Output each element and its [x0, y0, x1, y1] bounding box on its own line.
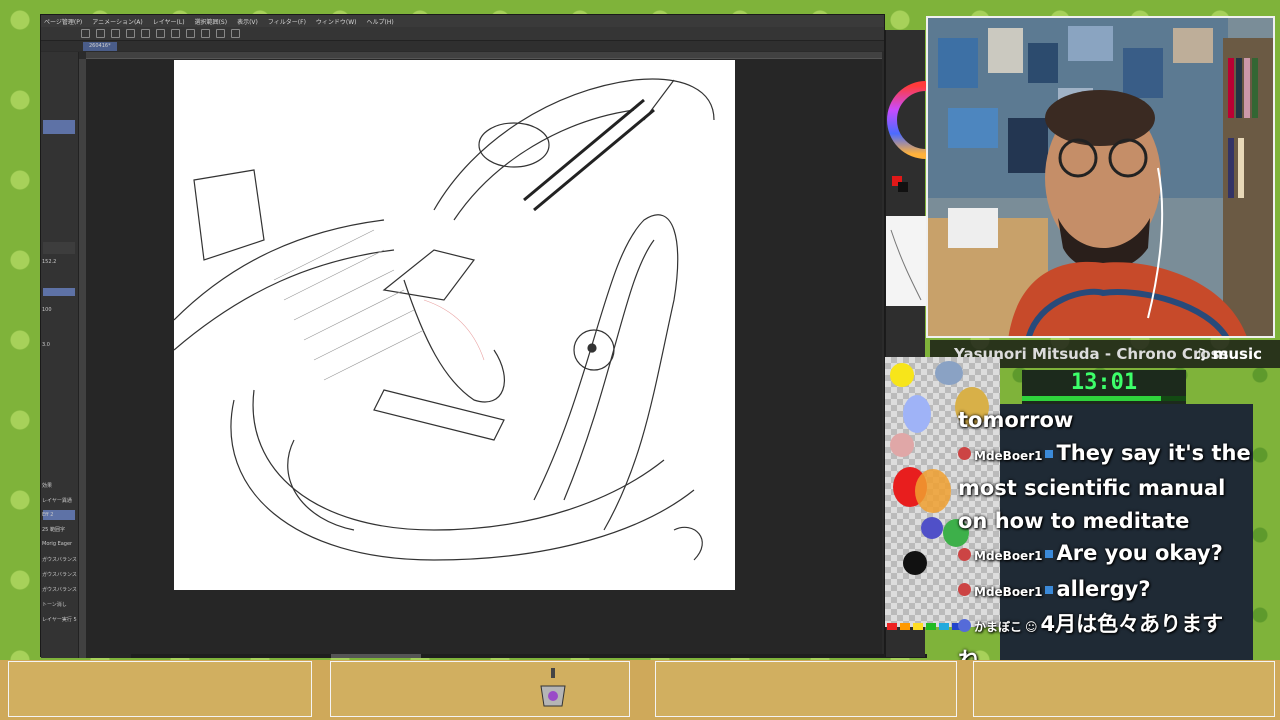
banner-panel — [973, 661, 1275, 717]
swatch-black[interactable] — [903, 551, 927, 575]
menu-item[interactable]: ウィンドウ(W) — [316, 17, 357, 26]
mod-icon — [1045, 550, 1054, 558]
sketch-drawing — [173, 78, 715, 561]
swatch-slate[interactable] — [935, 361, 963, 385]
emoji-icon: ☺ — [1025, 620, 1038, 634]
command-bar — [41, 27, 884, 41]
chat-message: on how to meditate — [958, 508, 1190, 533]
mini-swatch[interactable] — [913, 623, 923, 630]
user-badge-icon — [958, 447, 971, 460]
chat-message: tomorrow — [958, 408, 1074, 432]
layer-name[interactable]: ガウスバランス — [42, 556, 77, 563]
timer-progress-bar — [1022, 396, 1186, 401]
timer-widget: 13:01 — [1022, 370, 1186, 404]
pen-icon[interactable] — [216, 29, 225, 38]
menu-item[interactable]: 選択範囲(S) — [195, 17, 228, 26]
chat-message: MdeBoer1 Are you okay? — [958, 537, 1258, 573]
menu-item[interactable]: フィルター(F) — [268, 17, 306, 26]
document-tabs: 260416* — [41, 41, 884, 51]
chat-message: かまぼこ ☺ 4月は色々あります — [958, 608, 1258, 644]
horizontal-scrollbar[interactable] — [131, 654, 927, 658]
clear-icon[interactable] — [156, 29, 165, 38]
opacity-value: 100 — [42, 307, 52, 313]
layer-name[interactable]: ガウスバランス — [42, 586, 77, 593]
undo-icon[interactable] — [126, 29, 135, 38]
banner-panel — [330, 661, 630, 717]
mini-swatch[interactable] — [926, 623, 936, 630]
transform-icon[interactable] — [186, 29, 195, 38]
tool-option[interactable] — [43, 242, 75, 254]
swatch-orange[interactable] — [915, 469, 951, 513]
select-icon[interactable] — [201, 29, 210, 38]
banner-panel — [655, 661, 957, 717]
banner-panel — [8, 661, 312, 717]
bottom-banner — [0, 660, 1280, 720]
timer-value: 13:01 — [1070, 370, 1138, 395]
mini-swatch[interactable] — [887, 623, 897, 630]
chat-message: most scientific manual — [958, 476, 1226, 500]
left-tool-panel: 152.2 100 3.0 効果 レイヤー異通 Eff 2 25 範囲字 Mor… — [41, 52, 79, 658]
ruler-icon[interactable] — [231, 29, 240, 38]
layer-name[interactable]: Eff 2 — [42, 512, 53, 518]
swatch-yellow[interactable] — [890, 363, 914, 387]
redo-icon[interactable] — [141, 29, 150, 38]
layer-name[interactable]: ガウスバランス — [42, 571, 77, 578]
user-badge-icon — [958, 547, 971, 561]
drawing-canvas[interactable] — [173, 60, 735, 590]
layer-name[interactable]: 効果 — [42, 482, 52, 489]
new-icon[interactable] — [81, 29, 90, 38]
chat-message: MdeBoer1 They say it's the — [958, 437, 1258, 473]
fill-icon[interactable] — [171, 29, 180, 38]
mod-icon — [1045, 449, 1054, 458]
menu-item[interactable]: ヘルプ(H) — [367, 17, 394, 26]
mini-swatch[interactable] — [900, 623, 910, 630]
selected-tool[interactable] — [43, 120, 75, 134]
layer-name[interactable]: 25 範囲字 — [42, 526, 65, 533]
stabilizer-value: 3.0 — [42, 342, 50, 348]
clip-studio-window: ページ管理(P) アニメーション(A) レイヤー(L) 選択範囲(S) 表示(V… — [40, 14, 927, 658]
canvas-area[interactable] — [86, 59, 927, 658]
streamer-video — [928, 18, 1273, 336]
swatch-blue[interactable] — [921, 517, 943, 539]
swatch-periwinkle[interactable] — [903, 395, 931, 433]
layer-name[interactable]: レイヤー実行 5 — [42, 616, 77, 623]
chat-message: MdeBoer1 allergy? — [958, 573, 1258, 609]
menu-item[interactable]: レイヤー(L) — [153, 17, 185, 26]
user-badge-icon — [958, 618, 971, 632]
zoom-value: 152.2 — [42, 259, 57, 265]
user-badge-icon — [958, 583, 971, 596]
mini-swatch[interactable] — [939, 623, 949, 630]
chat-overlay: tomorrow MdeBoer1 They say it's the most … — [958, 404, 1258, 676]
layer-name[interactable]: レイヤー異通 — [42, 497, 72, 504]
music-label: ♫ music — [1194, 345, 1262, 363]
menu-item[interactable]: アニメーション(A) — [92, 17, 143, 26]
layer-name[interactable]: トーン消し — [42, 601, 67, 608]
tab-document[interactable]: 260416* — [83, 41, 117, 51]
mod-icon — [1045, 585, 1054, 594]
brush-size-slider[interactable] — [43, 288, 75, 296]
swatch-pink[interactable] — [890, 433, 914, 457]
horizontal-ruler — [86, 52, 882, 59]
webcam-feed — [926, 16, 1275, 338]
robot-mascot-icon — [540, 668, 566, 707]
open-icon[interactable] — [96, 29, 105, 38]
layer-name[interactable]: Morig Eager — [42, 541, 72, 547]
color-wheel-icon[interactable] — [886, 30, 965, 330]
menu-bar: ページ管理(P) アニメーション(A) レイヤー(L) 選択範囲(S) 表示(V… — [41, 15, 884, 27]
save-icon[interactable] — [111, 29, 120, 38]
menu-item[interactable]: 表示(V) — [237, 17, 258, 26]
menu-item[interactable]: ページ管理(P) — [44, 17, 82, 26]
vertical-ruler — [79, 59, 86, 658]
